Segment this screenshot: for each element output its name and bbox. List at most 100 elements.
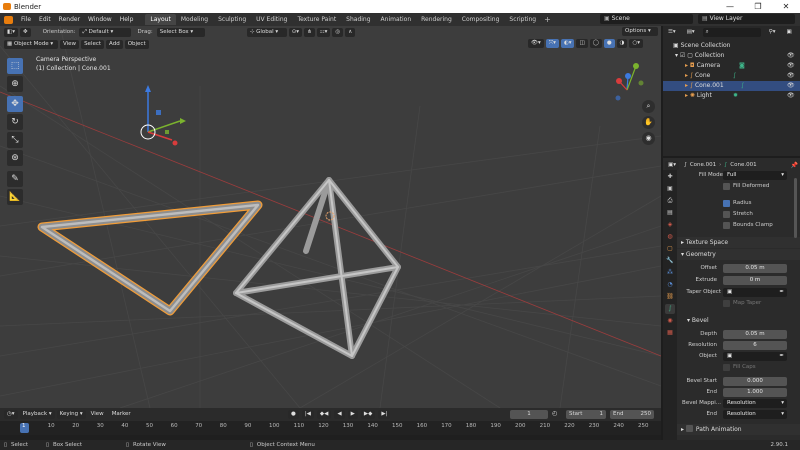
view-layer-selector[interactable]: ▤ View Layer — [698, 14, 795, 24]
eye-icon[interactable]: 👁 — [787, 81, 795, 91]
bevel-start-field[interactable]: 0.000 — [723, 377, 787, 386]
close-button[interactable]: ✕ — [772, 0, 800, 13]
rendered-shading-icon[interactable]: ○▾ — [629, 39, 644, 48]
scene-tab-icon[interactable]: ◈ — [665, 220, 675, 230]
texture-space-panel[interactable]: ▸ Texture Space — [677, 237, 800, 248]
menu-file[interactable]: File — [17, 13, 35, 26]
offset-field[interactable]: 0.05 m — [723, 264, 787, 273]
menu-keying[interactable]: Keying ▾ — [56, 410, 86, 419]
proportional-edit-icon[interactable]: ◎ — [332, 27, 344, 37]
visibility-icon[interactable]: 👁▾ — [528, 39, 544, 48]
scene-selector[interactable]: ▣ Scene — [600, 14, 693, 24]
menu-help[interactable]: Help — [116, 13, 138, 26]
snap-target-icon[interactable]: ⚏▾ — [316, 27, 331, 37]
eyedropper-icon[interactable]: ✒ — [779, 352, 784, 361]
editor-type-icon[interactable]: ◧▾ — [4, 27, 18, 37]
geometry-panel[interactable]: ▾ Geometry — [677, 249, 800, 260]
bevel-subpanel[interactable]: ▾ Bevel — [677, 315, 800, 326]
eye-icon[interactable]: 👁 — [787, 71, 795, 81]
transform-tool-icon[interactable]: ⊛ — [7, 150, 23, 166]
map-taper-checkbox[interactable] — [723, 300, 730, 307]
timeline-ruler[interactable]: 1 10 20 30 40 50 60 70 80 90 100 110 120 130 140 150 160… — [0, 421, 661, 435]
pivot-point-icon[interactable]: ⊙▾ — [288, 27, 303, 37]
bevel-mapping-end-dropdown[interactable]: Resolution ▾ — [723, 410, 787, 419]
mode-dropdown[interactable]: ▦ Object Mode ▾ — [4, 39, 58, 49]
outliner-editor-icon[interactable]: ☰▾ — [665, 28, 679, 37]
outliner-item-cone-001[interactable]: ▸ ∫ Cone.001 ∫ 👁 — [663, 81, 800, 91]
extrude-field[interactable]: 0 m — [723, 276, 787, 285]
outliner-item-light[interactable]: ▸ ✺ Light ✹ 👁 — [663, 91, 800, 101]
wireframe-shading-icon[interactable]: ◯ — [589, 39, 602, 48]
record-icon[interactable]: ● — [288, 410, 299, 419]
radius-checkbox[interactable] — [723, 200, 730, 207]
bevel-mapping-start-dropdown[interactable]: Resolution ▾ — [723, 399, 787, 408]
path-animation-checkbox[interactable] — [685, 425, 693, 432]
current-frame-field[interactable]: 1 — [510, 410, 548, 419]
menu-playback[interactable]: Playback ▾ — [19, 410, 55, 419]
outliner-item-scene-collection[interactable]: ▣ Scene Collection — [663, 41, 800, 51]
properties-editor-icon[interactable]: ▣▾ — [665, 160, 679, 170]
outliner-search-input[interactable]: ⌕ — [702, 28, 761, 37]
taper-object-field[interactable]: ▣ ✒ — [723, 288, 787, 297]
prev-keyframe-icon[interactable]: ◆◀ — [316, 410, 332, 419]
measure-tool-icon[interactable]: 📐 — [7, 189, 23, 205]
world-tab-icon[interactable]: ◍ — [665, 232, 675, 242]
constraints-tab-icon[interactable]: ⛓ — [665, 292, 675, 302]
zoom-icon[interactable]: ⌕ — [642, 100, 655, 113]
rotate-tool-icon[interactable]: ↻ — [7, 114, 23, 130]
path-animation-panel[interactable]: ▸ Path Animation — [677, 424, 800, 435]
outliner-item-cone[interactable]: ▸ ∫ Cone ∫ 👁 — [663, 71, 800, 81]
play-reverse-icon[interactable]: ◀ — [334, 410, 345, 419]
bounds-clamp-checkbox[interactable] — [723, 222, 730, 229]
pan-hand-icon[interactable]: ✋ — [642, 116, 655, 129]
menu-object[interactable]: Object — [124, 39, 149, 49]
menu-edit[interactable]: Edit — [35, 13, 55, 26]
select-box-tool-icon[interactable]: ⬚ — [7, 58, 23, 74]
tab-compositing[interactable]: Compositing — [457, 14, 505, 25]
blender-menu-icon[interactable] — [4, 15, 13, 24]
3d-viewport[interactable]: Camera Perspective (1) Collection | Cone… — [0, 26, 661, 408]
menu-add[interactable]: Add — [106, 39, 123, 49]
timeline-editor-icon[interactable]: ◷▾ — [4, 410, 18, 419]
overlay-toggle-icon[interactable]: ◐▾ — [560, 39, 575, 48]
add-workspace-icon[interactable]: + — [544, 15, 551, 24]
outliner-item-collection[interactable]: ▾ ☑ ▢ Collection 👁 — [663, 51, 800, 61]
menu-select[interactable]: Select — [81, 39, 105, 49]
tab-layout[interactable]: Layout — [145, 14, 176, 25]
material-shading-icon[interactable]: ◑ — [616, 39, 628, 48]
eye-icon[interactable]: 👁 — [787, 51, 795, 61]
properties-scrollbar[interactable] — [794, 178, 797, 238]
xray-icon[interactable]: ◫ — [576, 39, 588, 48]
fill-mode-dropdown[interactable]: Full ▾ — [723, 171, 787, 180]
menu-marker[interactable]: Marker — [109, 410, 134, 419]
texture-tab-icon[interactable]: ▦ — [665, 328, 675, 338]
view-layer-tab-icon[interactable]: ▤ — [665, 208, 675, 218]
tab-sculpting[interactable]: Sculpting — [213, 14, 251, 25]
bevel-end-field[interactable]: 1.000 — [723, 388, 787, 397]
next-keyframe-icon[interactable]: ▶◆ — [360, 410, 376, 419]
material-tab-icon[interactable]: ◉ — [665, 316, 675, 326]
drag-dropdown[interactable]: Select Box ▾ — [156, 27, 205, 37]
particles-tab-icon[interactable]: ⁂ — [665, 268, 675, 278]
options-dropdown[interactable]: Options ▾ — [622, 27, 658, 36]
camera-view-icon[interactable]: ◉ — [642, 132, 655, 145]
tab-rendering[interactable]: Rendering — [416, 14, 457, 25]
physics-tab-icon[interactable]: ◔ — [665, 280, 675, 290]
tab-scripting[interactable]: Scripting — [504, 14, 541, 25]
render-tab-icon[interactable]: ▣ — [665, 184, 675, 194]
orientation-dropdown[interactable]: ⤢ Default ▾ — [79, 27, 132, 37]
output-tab-icon[interactable]: ⎙ — [665, 196, 675, 206]
menu-window[interactable]: Window — [84, 13, 116, 26]
eye-icon[interactable]: 👁 — [787, 61, 795, 71]
end-frame-field[interactable]: End 250 — [610, 410, 654, 419]
stopwatch-icon[interactable]: ◴ — [552, 410, 557, 417]
tab-uv-editing[interactable]: UV Editing — [251, 14, 292, 25]
start-frame-field[interactable]: Start 1 — [566, 410, 606, 419]
solid-shading-icon[interactable]: ● — [603, 39, 615, 48]
resolution-field[interactable]: 6 — [723, 341, 787, 350]
jump-start-icon[interactable]: |◀ — [301, 410, 314, 419]
tab-modeling[interactable]: Modeling — [176, 14, 213, 25]
curve-data-tab-icon[interactable]: ∫ — [665, 304, 675, 314]
gizmo-toggle-icon[interactable]: ⤧▾ — [545, 39, 559, 48]
filter-icon[interactable]: ⚲▾ — [765, 28, 779, 37]
